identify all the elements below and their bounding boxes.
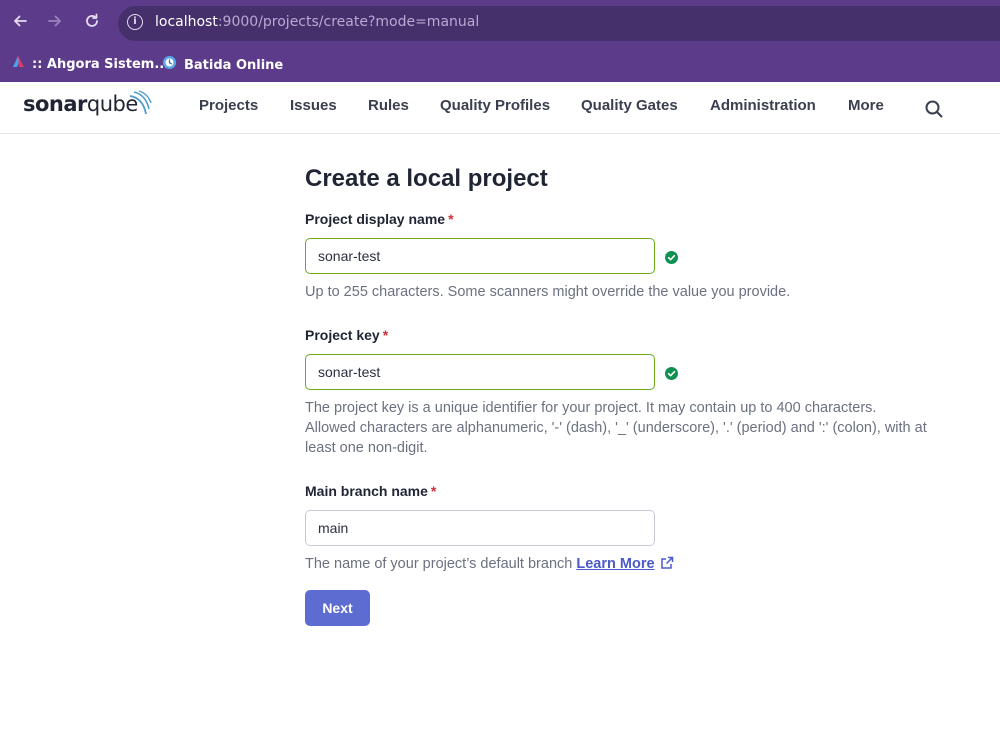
bookmarks-bar: :: Ahgora Sistem... Batida Online xyxy=(0,47,1000,82)
browser-toolbar: i localhost:9000/projects/create?mode=ma… xyxy=(0,0,1000,47)
ahgora-favicon-icon xyxy=(12,55,25,74)
learn-more-link[interactable]: Learn More xyxy=(576,556,654,572)
main-branch-label: Main branch name * xyxy=(305,483,437,499)
required-marker: * xyxy=(430,483,437,499)
project-key-help: The project key is a unique identifier f… xyxy=(305,398,955,458)
nav-issues[interactable]: Issues xyxy=(290,97,337,114)
nav-quality-profiles[interactable]: Quality Profiles xyxy=(440,97,550,114)
main-branch-help: The name of your project’s default branc… xyxy=(305,554,955,576)
address-bar[interactable]: i localhost:9000/projects/create?mode=ma… xyxy=(118,6,1000,41)
project-key-input[interactable] xyxy=(305,354,655,390)
sonarqube-logo[interactable]: sonarqube xyxy=(23,92,138,116)
clock-favicon-icon xyxy=(162,55,177,76)
nav-projects[interactable]: Projects xyxy=(199,97,258,114)
project-key-help-line: least one non-digit. xyxy=(305,440,428,456)
forward-arrow-icon[interactable] xyxy=(44,12,66,34)
display-name-label: Project display name * xyxy=(305,211,454,227)
check-circle-icon xyxy=(665,367,678,380)
main-branch-input[interactable] xyxy=(305,510,655,546)
sonarqube-waves-icon xyxy=(129,90,152,115)
url-text: localhost:9000/projects/create?mode=manu… xyxy=(155,14,480,30)
display-name-input[interactable] xyxy=(305,238,655,274)
reload-icon[interactable] xyxy=(81,12,103,34)
info-icon[interactable]: i xyxy=(127,14,143,30)
search-icon[interactable] xyxy=(924,99,944,119)
nav-administration[interactable]: Administration xyxy=(710,97,816,114)
required-marker: * xyxy=(382,327,389,343)
required-marker: * xyxy=(448,211,454,227)
nav-more[interactable]: More xyxy=(848,97,884,114)
check-circle-icon xyxy=(665,251,678,264)
project-key-label: Project key * xyxy=(305,327,389,343)
nav-rules[interactable]: Rules xyxy=(368,97,409,114)
display-name-help: Up to 255 characters. Some scanners migh… xyxy=(305,284,791,300)
back-arrow-icon[interactable] xyxy=(9,12,31,34)
page-title: Create a local project xyxy=(305,165,548,192)
bookmark-batida-online[interactable]: Batida Online xyxy=(162,55,283,73)
next-button[interactable]: Next xyxy=(305,590,370,626)
project-key-help-line: The project key is a unique identifier f… xyxy=(305,400,877,416)
project-key-help-line: Allowed characters are alphanumeric, '-'… xyxy=(305,420,927,436)
external-link-icon[interactable] xyxy=(660,556,674,576)
app-header: sonarqube Projects Issues Rules Quality … xyxy=(0,82,1000,134)
nav-quality-gates[interactable]: Quality Gates xyxy=(581,97,678,114)
bookmark-ahgora[interactable]: :: Ahgora Sistem... xyxy=(12,55,169,73)
